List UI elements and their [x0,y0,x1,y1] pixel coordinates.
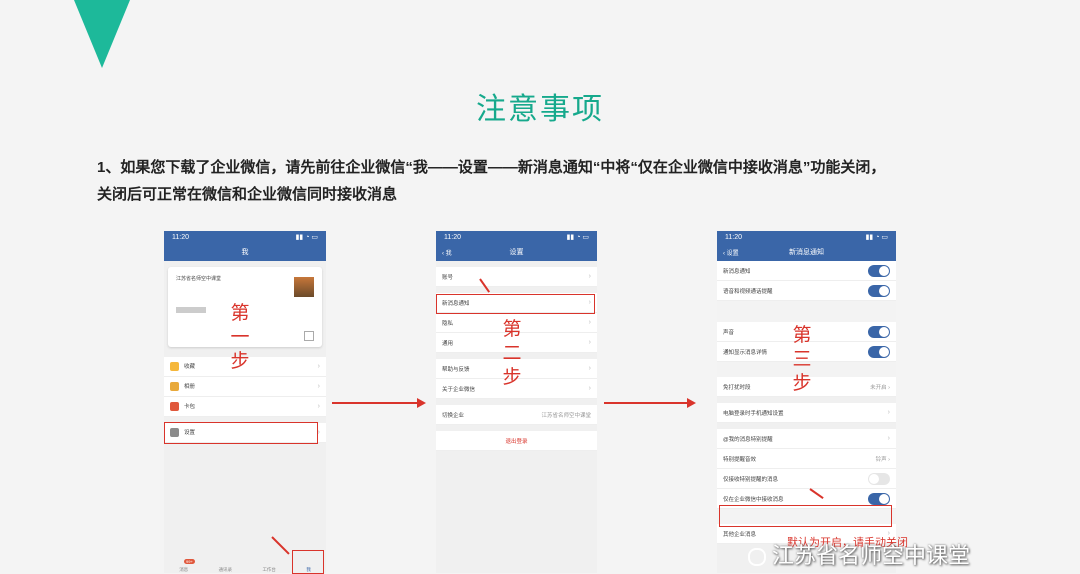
status-time: 11:20 [725,233,742,241]
chevron-right-icon: › [588,385,591,392]
nav-bar: ‹ 我 设置 [436,243,597,261]
chevron-right-icon: › [317,363,320,370]
signal-icon: ▮▮ ◔ ▭ [865,234,888,241]
settings-row-account[interactable]: 账号 › [436,267,597,287]
chevron-right-icon: › [588,319,591,326]
step-3-label: 第三步 [792,325,812,394]
arrow-step2-to-step3 [604,398,696,408]
chevron-right-icon: › [317,383,320,390]
qr-code-icon [304,331,314,341]
list-item[interactable]: 卡包 › [164,397,326,417]
highlight-me-tab [292,550,324,574]
blurred-name [176,307,206,313]
signal-icon: ▮▮ ◔ ▭ [566,234,589,241]
settings-row-switch-company[interactable]: 切换企业 江苏省名师空中课堂 [436,405,597,425]
row-mention-alert[interactable]: @我的消息特别提醒 › [717,429,896,449]
unread-badge: 99+ [184,559,195,564]
status-bar: 11:20 ▮▮ ◔ ▭ [717,231,896,243]
instruction-line-1: 1、如果您下载了企业微信，请先前往企业微信“我——设置——新消息通知“中将“仅在… [97,159,886,176]
toggle-switch[interactable] [868,472,890,485]
back-button[interactable]: ‹ 设置 [723,248,739,257]
toggle-row-new-message[interactable]: 新消息通知 [717,261,896,281]
row-alert-sound[interactable]: 特别提醒音效 铃声 › [717,449,896,469]
status-time: 11:20 [444,233,461,241]
toggle-switch[interactable] [868,492,890,505]
company-name: 江苏省名师空中课堂 [176,276,222,282]
toggle-switch[interactable] [868,325,890,338]
instruction-line-2: 关闭后可正常在微信和企业微信同时接收消息 [97,186,398,203]
list-item[interactable]: 相册 › [164,377,326,397]
chevron-right-icon: › [317,403,320,410]
toggle-switch[interactable] [868,345,890,358]
tab-messages[interactable]: 消息 [179,567,188,573]
logout-button[interactable]: 退出登录 [436,431,597,451]
step-1-label: 第一步 [230,303,250,372]
toggle-row-call-reminder[interactable]: 语音和视频通话提醒 [717,281,896,301]
tab-contacts[interactable]: 通讯录 [219,567,233,573]
status-time: 11:20 [172,233,189,241]
help-text [717,301,896,322]
nav-title: 新消息通知 [789,249,824,256]
phone-screenshot-settings: 11:20 ▮▮ ◔ ▭ ‹ 我设置 账号 › 新消息通知 › 隐私 › 通用 › 帮助与… [436,231,597,573]
status-bar: 11:20 ▮▮ ◔ ▭ [436,231,597,243]
favorites-icon [170,362,179,372]
nav-title: 设置 [509,249,524,256]
row-desktop-login-notify[interactable]: 电脑登录时手机通知设置 › [717,403,896,423]
wallet-icon [170,402,179,412]
watermark-text: 江苏省名师空中课堂 [772,543,971,568]
chevron-right-icon: › [887,435,890,442]
decorative-triangle [74,0,130,68]
chevron-right-icon: › [588,339,591,346]
nav-title: 我 [241,249,249,256]
highlight-only-in-wework [719,505,892,527]
chevron-right-icon: › [887,409,890,416]
signal-icon: ▮▮ ◔ ▭ [295,234,318,241]
tab-workbench[interactable]: 工作台 [262,567,276,573]
photos-icon [170,382,179,392]
instruction-text: 1、如果您下载了企业微信，请先前往企业微信“我——设置——新消息通知“中将“仅在… [97,154,997,208]
back-button[interactable]: ‹ 我 [442,248,452,257]
status-bar: 11:20 ▮▮ ◔ ▭ [164,231,326,243]
arrow-step1-to-step2 [332,398,426,408]
nav-bar: 我 [164,243,326,261]
avatar [294,277,314,297]
chevron-right-icon: › [588,273,591,280]
chevron-right-icon: › [588,365,591,372]
chevron-right-icon: › [317,429,320,436]
toggle-switch[interactable] [868,264,890,277]
watermark-logo-icon [748,548,766,566]
phone-screenshot-me: 11:20 ▮▮ ◔ ▭ 我 江苏省名师空中课堂 收藏 › 相册 › 卡包 › 设置 › … [164,231,326,573]
highlight-new-message-notification [436,294,595,314]
step-2-label: 第二步 [502,319,522,388]
highlight-settings [164,422,318,444]
page-title: 注意事项 [476,93,604,126]
nav-bar: ‹ 设置 新消息通知 [717,243,896,261]
toggle-row-only-special[interactable]: 仅接收特别提醒的消息 [717,469,896,489]
toggle-switch[interactable] [868,284,890,297]
